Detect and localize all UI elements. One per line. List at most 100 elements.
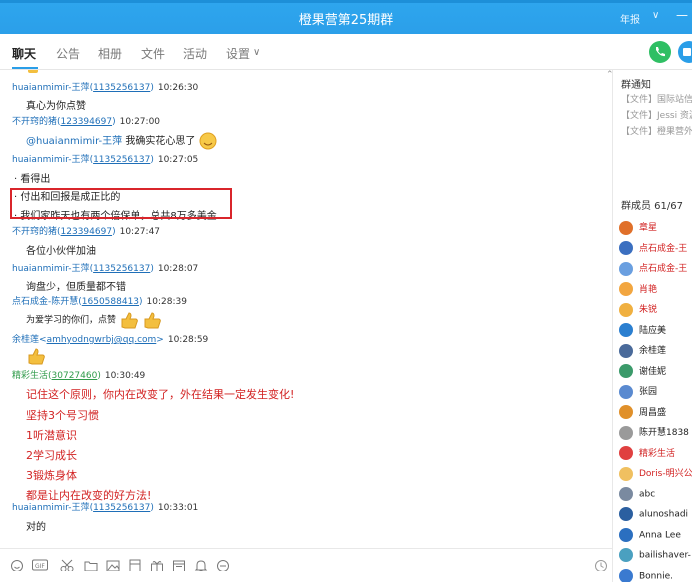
tab-activity[interactable]: 活动: [183, 45, 207, 62]
sender-name[interactable]: 不开窍的猪: [12, 227, 57, 237]
more-apps-button[interactable]: [678, 41, 692, 63]
user-name[interactable]: 年报: [620, 11, 640, 26]
sender-email[interactable]: amhyodngwrbj@qq.com: [47, 335, 157, 345]
message-time: 10:28:39: [146, 297, 187, 307]
avatar: [619, 302, 633, 317]
member-name: abc: [639, 489, 656, 499]
sender-qq[interactable]: 30727460: [52, 371, 98, 381]
member-name: 点石成金-王: [639, 264, 688, 274]
chat-history[interactable]: huaianmimir-王萍(1135256137) 10:26:30 真心为你点…: [0, 70, 612, 548]
message-line: 2学习成长: [26, 449, 77, 462]
apps-icon: [683, 48, 691, 56]
member-item[interactable]: abc: [619, 486, 656, 505]
member-item[interactable]: Bonnie.: [619, 568, 673, 582]
image-icon[interactable]: [106, 559, 120, 571]
member-name: 章星: [639, 223, 658, 233]
mention[interactable]: @huaianmimir-王萍: [26, 136, 122, 147]
member-item[interactable]: 点石成金-王: [619, 241, 687, 259]
member-item[interactable]: 周昌盛: [619, 405, 666, 423]
tab-album[interactable]: 相册: [98, 45, 122, 62]
message-time: 10:28:07: [157, 264, 199, 274]
bell-icon[interactable]: [194, 559, 208, 571]
member-name: 朱锐: [639, 305, 658, 315]
member-item[interactable]: 朱锐: [619, 302, 657, 320]
tab-settings[interactable]: 设置: [226, 45, 250, 62]
member-item[interactable]: Doris-明兴公: [619, 466, 692, 484]
member-name: 谢佳妮: [639, 366, 667, 377]
member-item[interactable]: 张园: [619, 384, 657, 402]
window-title: 橙果营第25期群: [298, 13, 394, 28]
member-item[interactable]: 余桂莲: [619, 343, 666, 361]
sender-name[interactable]: 点石成金-陈开慧: [12, 297, 78, 307]
avatar: [619, 568, 633, 582]
member-item[interactable]: 陈开慧1838: [619, 425, 689, 443]
member-name: 张园: [639, 387, 658, 397]
message-header: 不开窍的猪(123394697) 10:27:00: [12, 117, 161, 127]
minimize-icon[interactable]: —: [676, 8, 688, 22]
phone-call-button[interactable]: [649, 41, 671, 63]
message-text: 询盘少，但质量都不错: [26, 282, 126, 293]
taskbar-strip: [0, 0, 692, 3]
thumbs-up-emoji-icon: [28, 348, 45, 365]
tab-bar: 聊天 公告 相册 文件 活动 设置 ∨: [0, 34, 692, 70]
sender-qq[interactable]: 1650588413: [82, 297, 139, 307]
emoji-icon[interactable]: [10, 559, 24, 571]
member-item[interactable]: 精彩生活: [619, 446, 675, 464]
gift-icon[interactable]: [150, 559, 164, 571]
history-clock-icon[interactable]: [594, 559, 608, 571]
member-name: 陈开慧1838: [639, 428, 689, 438]
thumbs-up-emoji-partial: [28, 70, 38, 73]
blush-emoji-icon: [199, 132, 217, 150]
notice-file-item[interactable]: 【文件】国际站信: [621, 92, 692, 105]
message-time: 10:27:05: [157, 155, 199, 165]
settings-chevron-icon[interactable]: ∨: [253, 47, 260, 58]
scissors-icon[interactable]: [60, 559, 74, 571]
message-time: 10:26:30: [157, 83, 199, 93]
sender-name[interactable]: huaianmimir-王萍: [12, 264, 90, 274]
sender-name[interactable]: 精彩生活: [12, 371, 48, 381]
svg-text:GIF: GIF: [35, 563, 45, 570]
tab-announcement[interactable]: 公告: [56, 45, 80, 62]
notice-file-item[interactable]: 【文件】Jessi 资源: [621, 108, 692, 121]
input-toolbar: GIF: [0, 548, 612, 582]
member-name: Anna Lee: [639, 530, 681, 540]
more-icon[interactable]: [216, 559, 230, 571]
chevron-down-icon[interactable]: ∨: [652, 10, 659, 21]
sender-name[interactable]: huaianmimir-王萍: [12, 155, 90, 165]
member-item[interactable]: 谢佳妮: [619, 364, 666, 382]
member-item[interactable]: alunoshadi: [619, 507, 688, 525]
tab-files[interactable]: 文件: [141, 45, 165, 62]
sender-name[interactable]: 不开窍的猪: [12, 117, 57, 127]
sender-name[interactable]: huaianmimir-王萍: [12, 83, 90, 93]
avatar: [619, 466, 633, 481]
member-item[interactable]: 肖艳: [619, 282, 657, 300]
sender-name[interactable]: 余桂莲: [12, 335, 39, 345]
member-name: alunoshadi: [639, 509, 689, 520]
sender-qq[interactable]: 1135256137: [93, 155, 150, 165]
avatar: [619, 364, 633, 378]
folder-icon[interactable]: [84, 559, 98, 571]
red-packet-icon[interactable]: [128, 559, 142, 571]
message-time: 10:33:01: [157, 503, 199, 513]
tab-chat[interactable]: 聊天: [12, 45, 36, 62]
member-item[interactable]: bailishaver-: [619, 548, 691, 566]
message-text: 为爱学习的你们，点赞: [26, 311, 162, 329]
member-item[interactable]: 陆应美: [619, 323, 666, 341]
thumbs-up-emoji-icon: [121, 312, 138, 329]
message-line: · 看得出: [14, 174, 51, 185]
member-item[interactable]: 章星: [619, 220, 657, 238]
gif-icon[interactable]: GIF: [32, 559, 48, 571]
notice-file-item[interactable]: 【文件】橙果营外: [621, 124, 692, 137]
avatar: [619, 323, 633, 337]
sender-name[interactable]: huaianmimir-王萍: [12, 503, 90, 513]
sender-qq[interactable]: 123394697: [61, 117, 113, 127]
sender-qq[interactable]: 1135256137: [93, 264, 150, 274]
message-line: 坚持3个号习惯: [26, 409, 99, 422]
message-header: 点石成金-陈开慧(1650588413) 10:28:39: [12, 297, 187, 307]
member-item[interactable]: 点石成金-王: [619, 261, 687, 279]
member-item[interactable]: Anna Lee: [619, 527, 681, 546]
sender-qq[interactable]: 1135256137: [93, 503, 150, 513]
calendar-icon[interactable]: [172, 559, 186, 571]
sender-qq[interactable]: 1135256137: [93, 83, 150, 93]
sender-qq[interactable]: 123394697: [61, 227, 113, 237]
